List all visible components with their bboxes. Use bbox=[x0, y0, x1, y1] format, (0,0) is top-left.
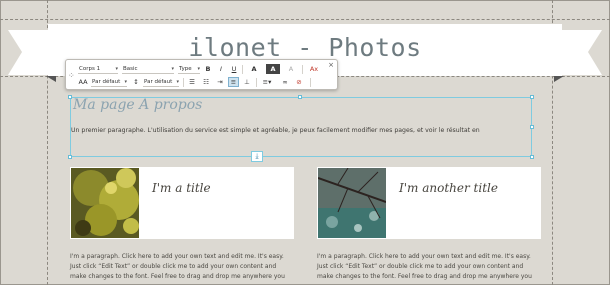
paragraph-line: I'm a paragraph. Click here to add your … bbox=[70, 253, 284, 260]
font-style-select[interactable]: Corps 1 ▾ bbox=[78, 64, 118, 74]
font-family-value: Basic bbox=[123, 66, 138, 72]
card-1-title[interactable]: I'm a title bbox=[152, 181, 211, 195]
remove-format-button[interactable]: Ax bbox=[308, 64, 320, 74]
unlink-icon[interactable]: ⊘ bbox=[294, 77, 304, 87]
font-style-value: Corps 1 bbox=[79, 66, 101, 72]
highlight-color-button[interactable]: A bbox=[266, 64, 280, 74]
flower-photo bbox=[71, 168, 139, 238]
paragraph-line: make changes to the font. Feel free to d… bbox=[317, 273, 532, 280]
text-format-toolbar: ⁘ × Corps 1 ▾ Basic ▾ Type ▾ B I U A A A Ax… bbox=[65, 59, 338, 90]
close-icon[interactable]: × bbox=[328, 61, 334, 69]
paragraph-line: I'm a paragraph. Click here to add your … bbox=[317, 253, 531, 260]
intro-paragraph[interactable]: Un premier paragraphe. L'utilisation du … bbox=[71, 127, 480, 134]
card-1-image[interactable] bbox=[71, 168, 139, 238]
align-left-icon[interactable]: ≡ bbox=[228, 77, 239, 87]
letter-spacing-select[interactable]: Par défaut ▾ bbox=[91, 77, 127, 87]
numbered-list-icon[interactable]: ☷ bbox=[201, 77, 211, 87]
align-bottom-icon[interactable]: ⊥ bbox=[242, 77, 252, 87]
toolbar-divider bbox=[183, 78, 184, 87]
toolbar-divider bbox=[302, 65, 303, 74]
letter-spacing-icon: AA bbox=[78, 78, 88, 86]
bullet-list-icon[interactable]: ☰ bbox=[187, 77, 197, 87]
card-2-image[interactable] bbox=[318, 168, 386, 238]
link-icon[interactable]: ∞ bbox=[280, 77, 290, 87]
toolbar-divider bbox=[242, 65, 243, 74]
toolbar-divider bbox=[310, 78, 311, 87]
toolbar-divider bbox=[256, 78, 257, 87]
clear-format-button[interactable]: A bbox=[286, 64, 296, 74]
resize-handle-tr[interactable] bbox=[530, 95, 534, 99]
site-title[interactable]: ilonet - Photos bbox=[0, 33, 610, 62]
download-icon[interactable]: ⤓ bbox=[251, 151, 263, 162]
paragraph-line: make changes to the font. Feel free to d… bbox=[70, 273, 285, 280]
resize-handle-top[interactable] bbox=[298, 95, 302, 99]
resize-handle-bl[interactable] bbox=[68, 155, 72, 159]
chevron-down-icon: ▾ bbox=[115, 66, 118, 72]
chevron-down-icon: ▾ bbox=[176, 79, 179, 85]
font-color-button[interactable]: A bbox=[248, 64, 260, 74]
underline-button[interactable]: U bbox=[230, 64, 238, 74]
italic-button[interactable]: I bbox=[217, 64, 225, 74]
text-align-dropdown-icon[interactable]: ≡▾ bbox=[260, 77, 274, 87]
chevron-down-icon: ▾ bbox=[171, 66, 174, 72]
paragraph-line: Just click “Edit Text” or double click m… bbox=[70, 263, 277, 270]
branch-photo bbox=[318, 168, 386, 238]
chevron-down-icon: ▾ bbox=[124, 79, 127, 85]
indent-icon[interactable]: ⇥ bbox=[215, 77, 225, 87]
card-2[interactable]: I'm another title bbox=[317, 167, 541, 239]
font-family-select[interactable]: Basic ▾ bbox=[122, 64, 174, 74]
bold-button[interactable]: B bbox=[204, 64, 212, 74]
drag-handle-icon[interactable]: ⁘ bbox=[68, 71, 75, 80]
font-size-select[interactable]: Type ▾ bbox=[178, 64, 200, 74]
line-height-select[interactable]: Par défaut ▾ bbox=[143, 77, 179, 87]
card-2-title[interactable]: I'm another title bbox=[399, 181, 498, 195]
resize-handle-right[interactable] bbox=[530, 125, 534, 129]
line-height-value: Par défaut bbox=[144, 79, 173, 85]
paragraph-line: Just click “Edit Text” or double click m… bbox=[317, 263, 524, 270]
card-2-paragraph[interactable]: I'm a paragraph. Click here to add your … bbox=[317, 252, 547, 282]
chevron-down-icon: ▾ bbox=[197, 66, 200, 72]
page-heading[interactable]: Ma page A propos bbox=[73, 97, 202, 113]
font-size-value: Type bbox=[179, 66, 192, 72]
card-1[interactable]: I'm a title bbox=[70, 167, 294, 239]
card-1-paragraph[interactable]: I'm a paragraph. Click here to add your … bbox=[70, 252, 300, 282]
letter-spacing-value: Par défaut bbox=[92, 79, 121, 85]
resize-handle-br[interactable] bbox=[530, 155, 534, 159]
line-height-icon: ↕ bbox=[133, 78, 139, 86]
resize-handle-tl[interactable] bbox=[68, 95, 72, 99]
